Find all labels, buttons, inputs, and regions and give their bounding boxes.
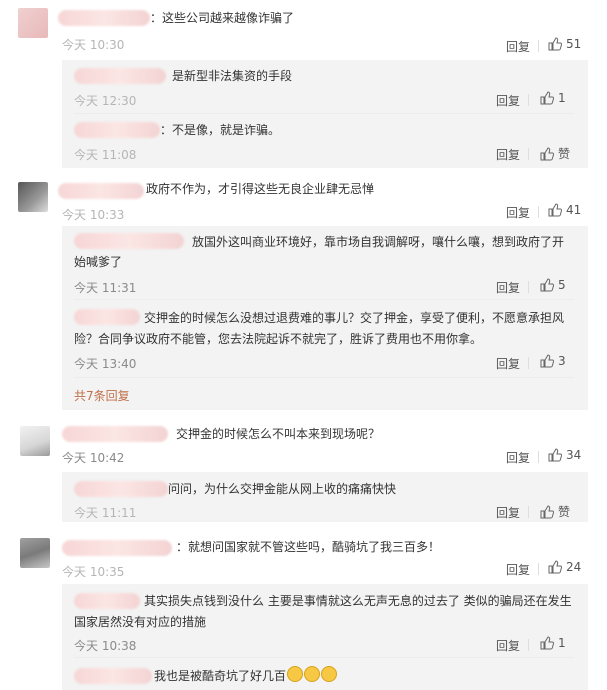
like-button[interactable]: 赞 bbox=[540, 145, 570, 162]
reply-button[interactable]: 回复 bbox=[496, 504, 520, 521]
thumbs-up-icon bbox=[548, 37, 562, 51]
comment-text: 问问，为什么交押金能从网上收的痛痛快快 bbox=[168, 482, 397, 496]
like-count: 51 bbox=[566, 37, 582, 51]
like-count: 34 bbox=[566, 448, 582, 462]
divider bbox=[74, 657, 574, 658]
like-button[interactable]: 51 bbox=[548, 37, 581, 51]
username-blurred[interactable] bbox=[62, 426, 168, 442]
reply-button[interactable]: 回复 bbox=[496, 355, 520, 372]
separator bbox=[538, 206, 539, 218]
comment-time: 今天 10:42 bbox=[62, 451, 125, 465]
separator bbox=[528, 357, 529, 369]
separator bbox=[528, 639, 529, 651]
comment-text: 政府不作为，才引得这些无良企业肆无忌惮 bbox=[146, 182, 375, 196]
reply-button[interactable]: 回复 bbox=[496, 146, 520, 163]
like-count: 3 bbox=[558, 354, 566, 368]
laughing-emoji-icon bbox=[287, 666, 304, 682]
like-button[interactable]: 1 bbox=[540, 636, 566, 650]
username-blurred[interactable] bbox=[58, 183, 144, 199]
thumbs-up-icon bbox=[540, 146, 554, 160]
thumbs-up-icon bbox=[548, 448, 562, 462]
comment-time: 今天 13:40 bbox=[74, 357, 137, 371]
separator bbox=[528, 281, 529, 293]
comment-line: 我也是被酷奇坑了好几百 bbox=[154, 666, 338, 685]
username-blurred[interactable] bbox=[62, 540, 172, 556]
comment-text: 放国外这叫商业环境好，靠市场自我调解呀，嚷什么嚷，想到政府了开始喊爹了 bbox=[74, 235, 565, 268]
reply-button[interactable]: 回复 bbox=[496, 279, 520, 296]
separator bbox=[538, 563, 539, 575]
thumbs-up-icon bbox=[548, 560, 562, 574]
more-replies-link[interactable]: 共7条回复 bbox=[74, 387, 130, 404]
like-button[interactable]: 5 bbox=[540, 278, 566, 292]
like-button[interactable]: 1 bbox=[540, 91, 566, 105]
comment-text: 交押金的时候怎么不叫本来到现场呢？ bbox=[176, 427, 381, 441]
like-count: 赞 bbox=[558, 147, 571, 161]
comment-time: 今天 12:30 bbox=[74, 94, 137, 108]
like-count: 赞 bbox=[558, 505, 571, 519]
comment-time: 今天 11:08 bbox=[74, 148, 137, 162]
like-count: 24 bbox=[566, 560, 582, 574]
comment-text: ：就想问国家就不管这些吗，酷骑坑了我三百多！ bbox=[176, 540, 441, 554]
comment-time: 今天 10:30 bbox=[62, 38, 125, 52]
laughing-emoji-icon bbox=[321, 666, 338, 682]
thumbs-up-icon bbox=[548, 203, 562, 217]
avatar[interactable] bbox=[20, 426, 50, 456]
reply-button[interactable]: 回复 bbox=[496, 637, 520, 654]
comment-text: 其实损失点钱到没什么 主要是事情就这么无声无息的过去了 类似的骗局还在发生 国家… bbox=[74, 594, 572, 629]
separator bbox=[538, 451, 539, 463]
like-button[interactable]: 赞 bbox=[540, 503, 570, 520]
separator bbox=[528, 506, 529, 518]
divider bbox=[74, 299, 574, 300]
like-button[interactable]: 34 bbox=[548, 448, 581, 462]
divider bbox=[74, 113, 574, 114]
username-blurred[interactable] bbox=[74, 68, 166, 84]
comment-time: 今天 11:31 bbox=[74, 281, 137, 295]
separator bbox=[528, 148, 529, 160]
comment-time: 今天 10:35 bbox=[62, 565, 125, 579]
avatar[interactable] bbox=[20, 538, 50, 568]
comment-time: 今天 10:38 bbox=[74, 639, 137, 653]
like-button[interactable]: 41 bbox=[548, 203, 581, 217]
like-button[interactable]: 3 bbox=[540, 354, 566, 368]
separator bbox=[538, 40, 539, 52]
thumbs-up-icon bbox=[540, 354, 554, 368]
like-count: 1 bbox=[558, 91, 566, 105]
like-count: 41 bbox=[566, 203, 582, 217]
avatar[interactable] bbox=[18, 182, 48, 212]
username-blurred[interactable] bbox=[58, 10, 150, 26]
thumbs-up-icon bbox=[540, 278, 554, 292]
reply-button[interactable]: 回复 bbox=[506, 204, 530, 221]
comment-time: 今天 10:33 bbox=[62, 208, 125, 222]
comment-text: 我也是被酷奇坑了好几百 bbox=[154, 669, 287, 683]
comment-text: ：不是像，就是诈骗。 bbox=[160, 123, 281, 137]
avatar[interactable] bbox=[18, 8, 48, 38]
laughing-emoji-icon bbox=[304, 666, 321, 682]
reply-button[interactable]: 回复 bbox=[506, 561, 530, 578]
comment-time: 今天 11:11 bbox=[74, 506, 137, 520]
username-blurred[interactable] bbox=[74, 122, 160, 138]
thumbs-up-icon bbox=[540, 636, 554, 650]
reply-button[interactable]: 回复 bbox=[496, 92, 520, 109]
like-count: 5 bbox=[558, 278, 566, 292]
username-blurred[interactable] bbox=[74, 481, 168, 497]
reply-button[interactable]: 回复 bbox=[506, 38, 530, 55]
like-button[interactable]: 24 bbox=[548, 560, 581, 574]
reply-button[interactable]: 回复 bbox=[506, 449, 530, 466]
comment-text: ：这些公司越来越像诈骗了 bbox=[150, 11, 295, 25]
like-count: 1 bbox=[558, 636, 566, 650]
thumbs-up-icon bbox=[540, 504, 554, 518]
divider bbox=[74, 377, 574, 378]
username-blurred[interactable] bbox=[74, 668, 152, 684]
comment-text: 交押金的时候怎么没想过退费难的事儿？交了押金，享受了便利，不愿意承担风险？合同争… bbox=[74, 311, 565, 346]
separator bbox=[528, 94, 529, 106]
thumbs-up-icon bbox=[540, 91, 554, 105]
comment-text: 是新型非法集资的手段 bbox=[172, 69, 293, 83]
